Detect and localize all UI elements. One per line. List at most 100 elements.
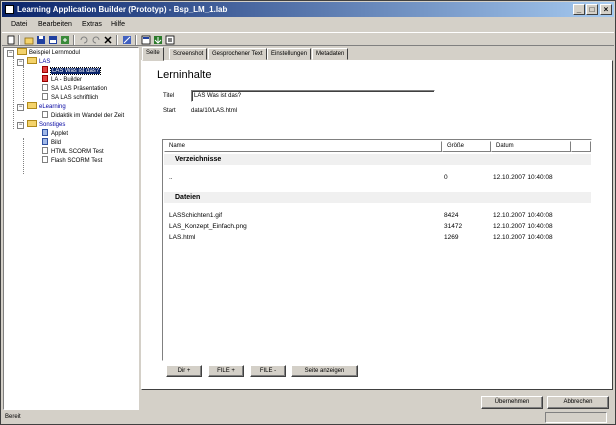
- tree-node-html-scorm-test[interactable]: HTML SCORM Test: [42, 147, 104, 157]
- file-size: 8424: [444, 212, 459, 219]
- tree-line: [13, 57, 14, 129]
- collapse-icon[interactable]: −: [17, 59, 24, 66]
- status-bar: Bereit: [2, 411, 614, 424]
- menu-extras[interactable]: Extras: [82, 19, 102, 30]
- tree-label: Beispiel Lernmodul: [29, 50, 81, 57]
- app-icon: [5, 5, 14, 14]
- collapse-icon[interactable]: −: [17, 122, 24, 129]
- window-title: Learning Application Builder (Prototyp) …: [17, 5, 228, 14]
- section-directories: Verzeichnisse: [164, 154, 591, 165]
- start-value: data/10/LAS.html: [191, 108, 238, 114]
- open-icon[interactable]: [24, 35, 34, 45]
- tree-node-la-builder[interactable]: LA - Builder: [42, 75, 83, 85]
- column-size[interactable]: Größe: [442, 141, 491, 152]
- apply-button[interactable]: Übernehmen: [481, 396, 543, 409]
- column-date[interactable]: Datum: [491, 141, 571, 152]
- tree-label: Sonstiges: [39, 122, 66, 129]
- folder-icon: [27, 102, 37, 109]
- menu-bar: Datei Bearbeiten Extras Hilfe: [2, 18, 614, 31]
- maximize-button[interactable]: □: [586, 4, 598, 15]
- save-all-icon[interactable]: [48, 35, 58, 45]
- scorm-icon[interactable]: [165, 35, 175, 45]
- show-page-button[interactable]: Seite anzeigen: [291, 365, 358, 377]
- toolbar-separator: [135, 35, 137, 45]
- tab-seite[interactable]: Seite: [142, 47, 164, 61]
- tab-metadaten[interactable]: Metadaten: [312, 48, 349, 60]
- column-filler: [571, 141, 591, 152]
- tree-label: Flash SCORM Test: [51, 158, 103, 165]
- folder-icon: [27, 120, 37, 127]
- tree-node-sa-las-schriftlich[interactable]: SA LAS schriftlich: [42, 93, 99, 103]
- tree-node-las-was-ist-das[interactable]: LAS Was ist das?: [42, 66, 102, 76]
- folder-icon: [17, 48, 27, 55]
- cancel-button[interactable]: Abbrechen: [547, 396, 609, 409]
- redo-icon[interactable]: [91, 35, 101, 45]
- menu-hilfe[interactable]: Hilfe: [111, 19, 125, 30]
- toolbar: [2, 32, 614, 46]
- menu-datei[interactable]: Datei: [11, 19, 27, 30]
- file-name[interactable]: LASSchichten1.gif: [169, 211, 222, 220]
- tree-label: SA LAS schriftlich: [51, 95, 99, 102]
- page-icon: [42, 93, 48, 100]
- folder-icon: [27, 57, 37, 64]
- minimize-button[interactable]: _: [573, 4, 585, 15]
- close-button[interactable]: ×: [600, 4, 612, 15]
- tab-screenshot[interactable]: Screenshot: [169, 48, 208, 60]
- preview-icon[interactable]: [141, 35, 151, 45]
- title-input[interactable]: LAS Was ist das?: [191, 90, 435, 102]
- tree-line: [23, 138, 24, 174]
- file-name[interactable]: LAS.html: [169, 233, 195, 242]
- tools-icon[interactable]: [122, 35, 132, 45]
- start-label: Start: [163, 108, 176, 114]
- page-icon: [42, 138, 48, 145]
- file-size: 31472: [444, 223, 463, 230]
- toolbar-separator: [116, 35, 118, 45]
- tree-line: [23, 66, 24, 102]
- toolbar-separator: [18, 35, 20, 45]
- undo-icon[interactable]: [79, 35, 89, 45]
- file-list[interactable]: Name Größe Datum Verzeichnisse .. 0 12.1…: [162, 139, 592, 361]
- tree-node-didaktik[interactable]: Didaktik im Wandel der Zeit: [42, 111, 125, 121]
- delete-icon[interactable]: [103, 35, 113, 45]
- menu-bearbeiten[interactable]: Bearbeiten: [38, 19, 72, 30]
- tree-label: eLearning: [39, 104, 66, 111]
- section-heading: Lerninhalte: [157, 69, 212, 81]
- page-icon: [42, 66, 48, 73]
- page-icon: [42, 129, 48, 136]
- status-text: Bereit: [5, 414, 21, 420]
- tab-gesprochener-text[interactable]: Gesprochener Text: [208, 48, 267, 60]
- dir-name[interactable]: ..: [169, 173, 173, 182]
- tree-node-flash-scorm-test[interactable]: Flash SCORM Test: [42, 156, 103, 166]
- file-name[interactable]: LAS_Konzept_Einfach.png: [169, 222, 247, 231]
- collapse-icon[interactable]: −: [7, 50, 14, 57]
- dir-date: 12.10.2007 10:40:08: [493, 174, 553, 181]
- file-date: 12.10.2007 10:40:08: [493, 212, 553, 219]
- app-window: Learning Application Builder (Prototyp) …: [0, 0, 616, 425]
- module-tree[interactable]: − Beispiel Lernmodul − LAS LAS Was ist d…: [3, 47, 139, 410]
- add-directory-button[interactable]: Dir +: [166, 365, 202, 377]
- add-file-button[interactable]: FILE +: [208, 365, 244, 377]
- save-icon[interactable]: [36, 35, 46, 45]
- tree-label: LAS Was ist das?: [49, 67, 102, 76]
- tree-label: Didaktik im Wandel der Zeit: [51, 113, 125, 120]
- tab-einstellungen[interactable]: Einstellungen: [267, 48, 312, 60]
- tree-label: LA - Builder: [51, 77, 83, 84]
- tree-node-sa-las-praesentation[interactable]: SA LAS Präsentation: [42, 84, 108, 94]
- status-panel: [545, 412, 607, 423]
- tree-label: LAS: [39, 59, 51, 66]
- tree-label: HTML SCORM Test: [51, 149, 104, 156]
- remove-file-button[interactable]: FILE -: [250, 365, 286, 377]
- tree-label: Bild: [51, 140, 62, 147]
- section-files: Dateien: [164, 192, 591, 203]
- export-icon[interactable]: [60, 35, 70, 45]
- file-date: 12.10.2007 10:40:08: [493, 223, 553, 230]
- dir-size: 0: [444, 174, 448, 181]
- new-icon[interactable]: [6, 35, 16, 45]
- collapse-icon[interactable]: −: [17, 104, 24, 111]
- tree-label: SA LAS Präsentation: [51, 86, 108, 93]
- page-icon: [42, 111, 48, 118]
- publish-icon[interactable]: [153, 35, 163, 45]
- column-name[interactable]: Name: [164, 141, 442, 152]
- file-size: 1269: [444, 234, 459, 241]
- page-icon: [42, 84, 48, 91]
